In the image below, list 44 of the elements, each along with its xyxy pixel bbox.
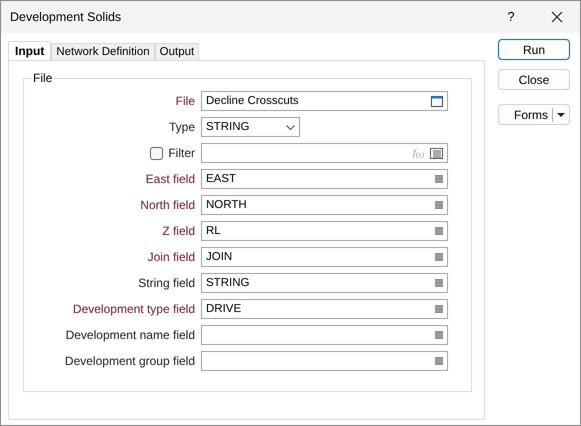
tab[interactable]: Input [8,41,52,60]
list-icon [435,253,443,261]
list-icon [435,175,443,183]
field-label: Development type field [72,301,195,318]
input-field[interactable]: NORTH [201,195,448,215]
tab[interactable]: Network Definition [51,43,155,60]
input-field[interactable] [201,351,448,371]
close-icon [551,11,563,23]
chevron-icon [286,124,295,130]
list-icon [435,201,443,209]
list-icon [435,279,443,287]
help-button[interactable]: ? [488,1,534,33]
window-icon [431,96,443,106]
input-field[interactable]: DRIVE [201,299,448,319]
field-label: Type [168,119,195,136]
dropdown-arrow-icon [557,112,565,116]
window-title: Development Solids [10,8,122,26]
input-field[interactable] [201,325,448,345]
input-field[interactable]: RL [201,221,448,241]
input-field[interactable]: JOIN [201,247,448,267]
list-icon [435,227,443,235]
field-label: File [176,93,195,110]
field-label: String field [138,275,195,292]
group-title: File [31,71,54,85]
field-label: East field [146,171,195,188]
field-label: North field [140,197,195,214]
close-dialog-button[interactable]: Close [498,69,570,90]
field-label: Development group field [64,353,195,370]
checkbox[interactable] [150,146,164,160]
list-icon [435,357,443,365]
forms-button[interactable]: Forms [498,104,570,125]
run-button[interactable]: Run [498,39,570,60]
field-label: Join field [148,249,195,266]
type-dropdown[interactable]: STRING [201,117,300,137]
list-box-icon[interactable] [430,148,443,158]
field-label: Development name field [66,327,195,344]
input-field[interactable]: STRING [201,273,448,293]
tab[interactable]: Output [154,43,200,60]
list-icon [435,331,443,339]
checkbox-label[interactable]: Filter [168,144,195,162]
file-field[interactable]: Decline Crosscuts [201,91,448,111]
field-label: Z field [162,223,195,240]
input-field[interactable]: EAST [201,169,448,189]
list-icon [435,305,443,313]
